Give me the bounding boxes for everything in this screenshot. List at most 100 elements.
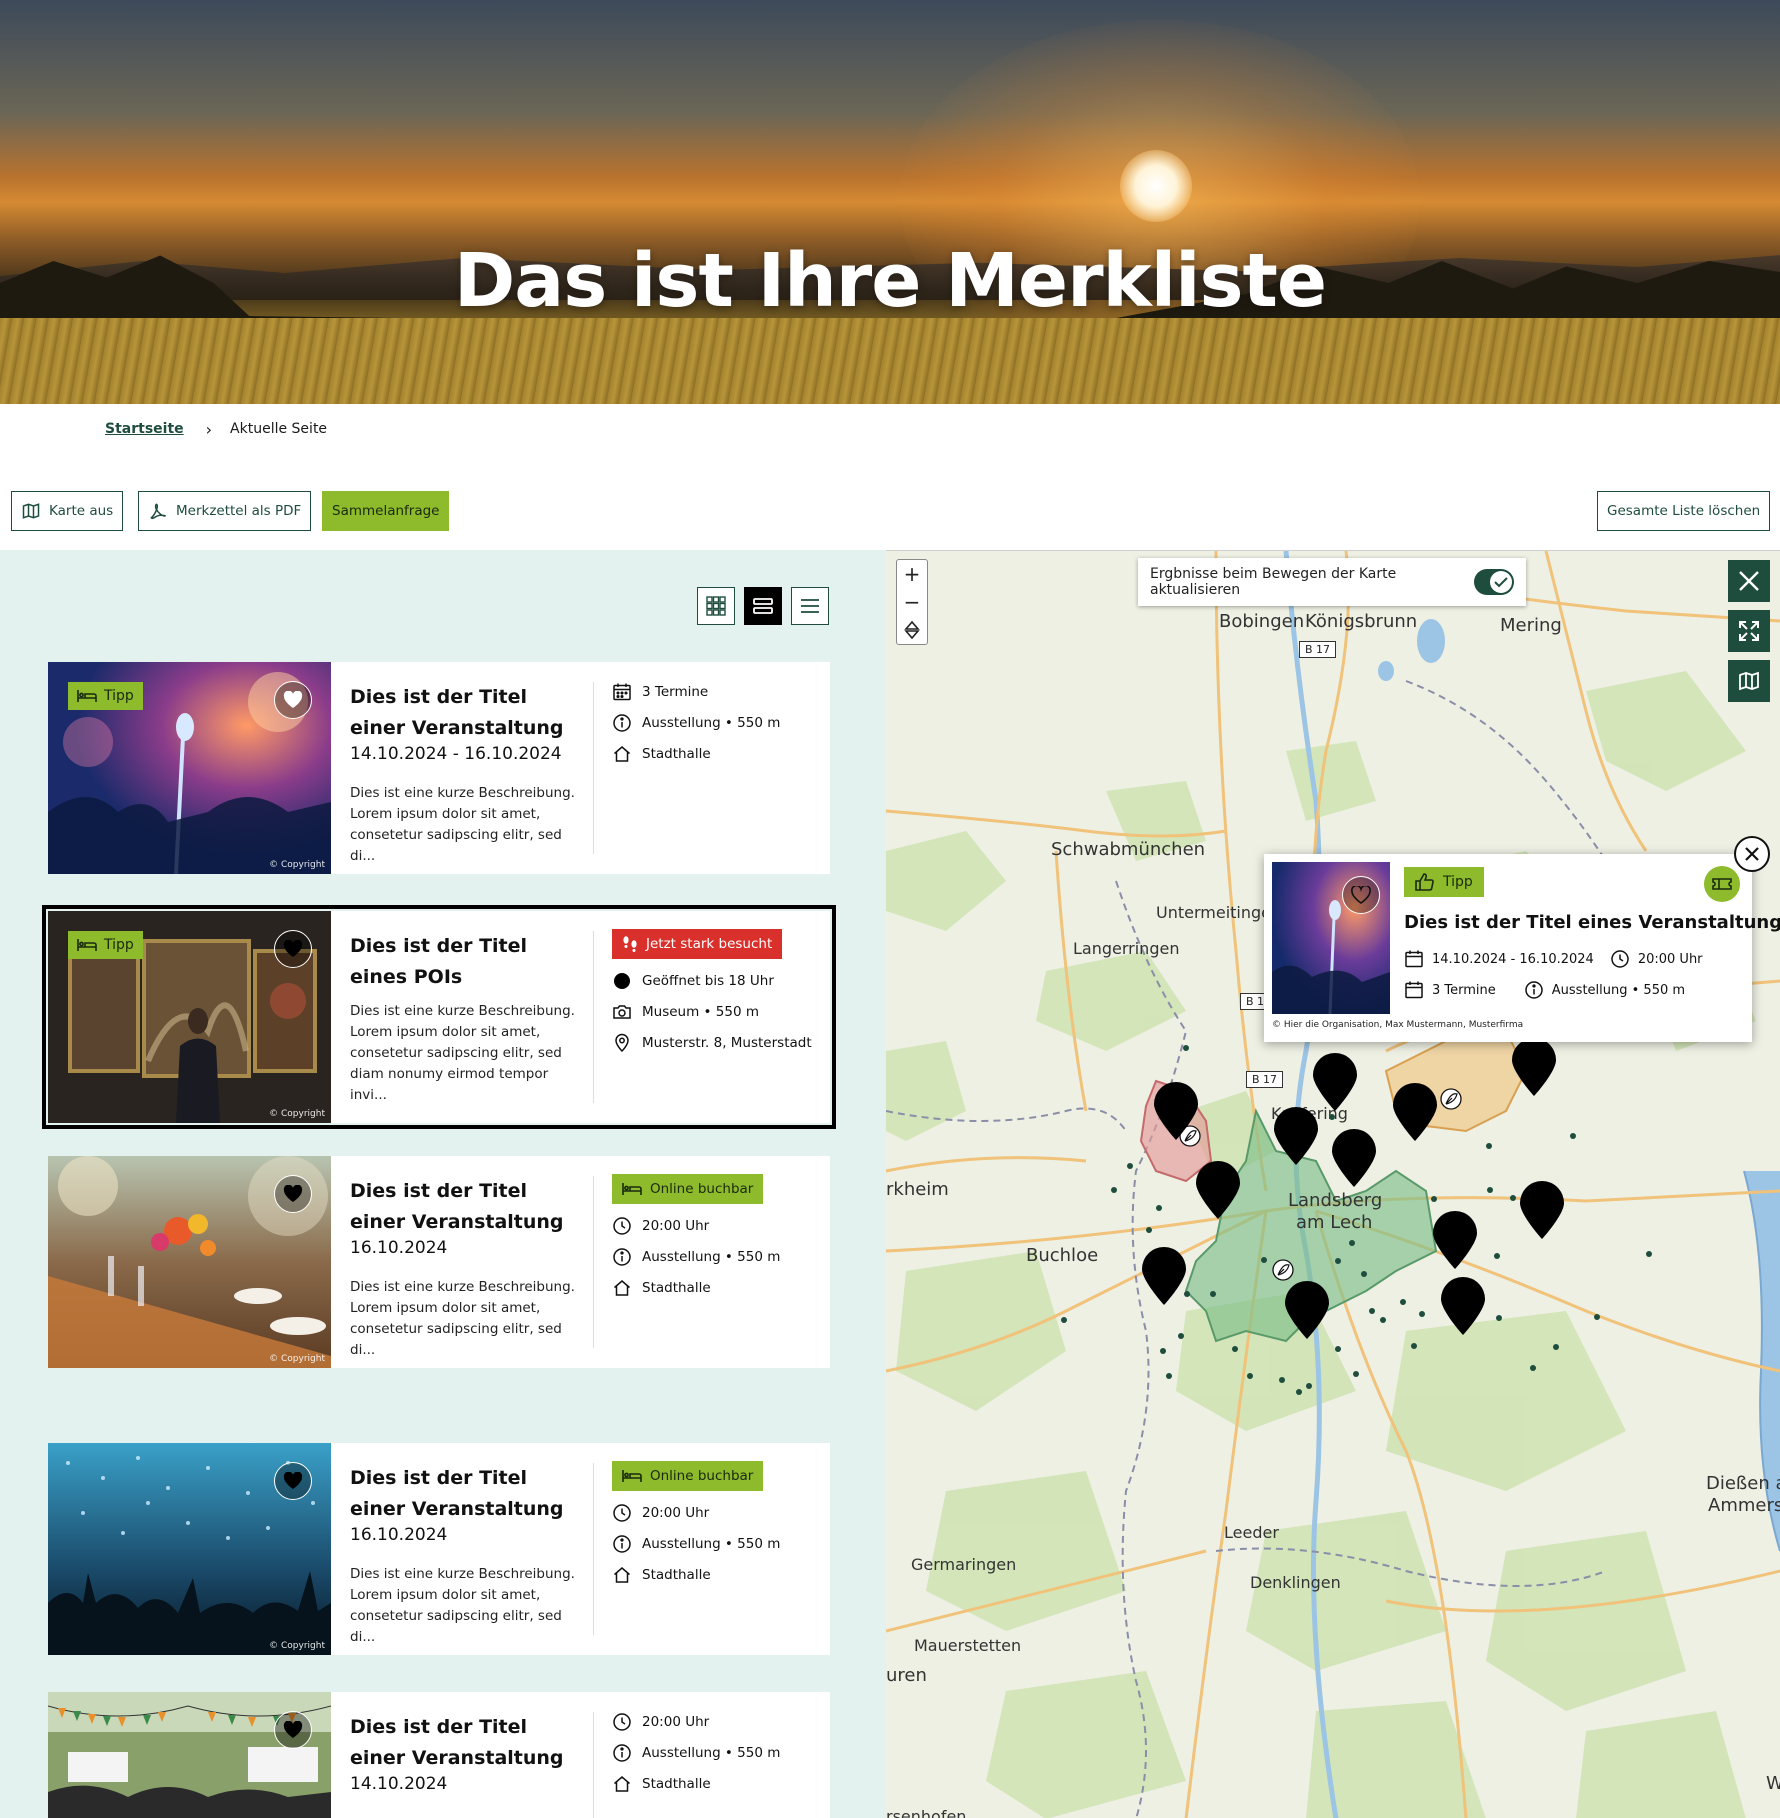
check-icon (1490, 571, 1512, 593)
popup-category: Ausstellung • 550 m (1551, 982, 1686, 998)
popup-favorite-button[interactable] (1342, 876, 1380, 914)
card-title[interactable]: Dies ist der Titel einer Veranstaltung (350, 682, 570, 744)
zoom-in-button[interactable]: + (897, 560, 927, 588)
card-date: 16.10.2024 (350, 1238, 448, 1258)
map-marker[interactable] (1272, 1107, 1320, 1167)
toggle-switch[interactable] (1474, 569, 1514, 595)
map-dot (1380, 1317, 1386, 1323)
hamburger-list-icon (801, 599, 819, 613)
popup-tipp-badge: Tipp (1404, 867, 1484, 897)
map-popup[interactable]: Tipp Dies ist der Titel eines Veranstalt… (1264, 854, 1780, 1042)
map-layers-button[interactable] (1728, 660, 1770, 702)
clear-list-button[interactable]: Gesamte Liste löschen (1597, 491, 1771, 531)
ticket-button[interactable] (1704, 866, 1740, 902)
list-item[interactable]: Dies ist der Titel einer Veranstaltung 1… (48, 1692, 830, 1818)
map-marker[interactable] (1439, 1277, 1487, 1337)
list-item[interactable]: © Copyright Dies ist der Titel einer Ver… (48, 1156, 830, 1368)
map-label-diessen: Dießen a (1706, 1473, 1780, 1494)
home-icon (614, 745, 630, 762)
card-meta: Online buchbar 20:00 Uhr Ausstellung • 5… (612, 1174, 822, 1303)
card-divider (593, 1176, 594, 1348)
list-item-selected[interactable]: © Copyright Tipp Dies ist der Titel eine… (42, 905, 836, 1129)
meta-text: Stadthalle (642, 1775, 711, 1792)
map-label-untermeitingen: Untermeitingen (1156, 903, 1282, 922)
map-marker[interactable] (1152, 1082, 1200, 1142)
meta-text: Stadthalle (642, 1279, 711, 1296)
map-marker[interactable] (1283, 1281, 1331, 1341)
card-title[interactable]: Dies ist der Titel eines POIs (350, 931, 570, 993)
card-description: Dies ist eine kurze Beschreibung. Lorem … (350, 1279, 575, 1358)
close-map-button[interactable] (1728, 560, 1770, 602)
map-marker[interactable] (1518, 1181, 1566, 1241)
list-item[interactable]: © Copyright Tipp Dies ist der Titel eine… (48, 662, 830, 874)
info-icon (613, 1534, 631, 1553)
map-dot (1431, 1196, 1437, 1202)
clock-icon (613, 1503, 631, 1522)
map-marker[interactable] (1311, 1053, 1359, 1113)
favorite-button[interactable] (274, 681, 312, 719)
home-icon (614, 1775, 630, 1792)
map-marker[interactable] (1431, 1211, 1479, 1271)
calendar-icon (613, 683, 631, 700)
popup-close-button[interactable] (1734, 836, 1770, 872)
card-date: 14.10.2024 (350, 1774, 448, 1794)
popup-title[interactable]: Dies ist der Titel eines Veranstaltung (1404, 912, 1780, 933)
map-panel[interactable]: Bobingen Königsbrunn Mering Schwabmünche… (886, 550, 1780, 1818)
map-off-button[interactable]: Karte aus (11, 491, 124, 531)
meta-text: 3 Termine (642, 683, 709, 700)
fullscreen-map-button[interactable] (1728, 610, 1770, 652)
map-marker[interactable] (1140, 1247, 1188, 1307)
card-title[interactable]: Dies ist der Titel einer Veranstaltung (350, 1463, 570, 1525)
map-label-ammersee: Ammerse (1708, 1495, 1780, 1516)
breadcrumb-home-link[interactable]: Startseite (105, 421, 184, 437)
clock-icon (613, 1216, 631, 1235)
popup-date-row: 14.10.2024 - 16.10.2024 20:00 Uhr (1404, 949, 1703, 969)
map-marker[interactable] (1510, 1038, 1558, 1098)
meta-text: Ausstellung • 550 m (642, 1744, 781, 1761)
map-update-toggle[interactable]: Ergbnisse beim Bewegen der Karte aktuali… (1138, 558, 1526, 606)
map-dot (1411, 1343, 1417, 1349)
map-dot (1160, 1348, 1166, 1354)
compass-reset-button[interactable] (897, 616, 927, 644)
zoom-out-button[interactable]: − (897, 588, 927, 616)
image-copyright: © Copyright (269, 1641, 325, 1651)
card-title[interactable]: Dies ist der Titel einer Veranstaltung (350, 1712, 570, 1774)
map-marker[interactable] (1194, 1161, 1242, 1221)
pdf-export-button[interactable]: Merkzettel als PDF (138, 491, 312, 531)
image-copyright: © Copyright (269, 860, 325, 870)
favorite-button[interactable] (274, 1175, 312, 1213)
list-cards-icon (753, 598, 773, 614)
meta-text: Ausstellung • 550 m (642, 1535, 781, 1552)
map-dot (1361, 1271, 1367, 1277)
list-item[interactable]: © Copyright Dies ist der Titel einer Ver… (48, 1443, 830, 1655)
map-marker[interactable] (1330, 1129, 1378, 1189)
map-dot (1646, 1251, 1652, 1257)
card-meta: Jetzt stark besucht Geöffnet bis 18 Uhr … (612, 929, 822, 1058)
meta-dates: 3 Termine (612, 676, 822, 707)
bookable-badge: Online buchbar (612, 1174, 764, 1204)
bed-icon (622, 1470, 642, 1482)
favorite-button[interactable] (274, 1462, 312, 1500)
card-description: Dies ist eine kurze Beschreibung. Lorem … (350, 1003, 575, 1103)
calendar-icon (1405, 981, 1423, 999)
map-dot (1570, 1133, 1576, 1139)
card-title[interactable]: Dies ist der Titel einer Veranstaltung (350, 1176, 570, 1238)
meta-category: Ausstellung • 550 m (612, 1528, 822, 1559)
compact-list-view-button[interactable] (791, 587, 829, 625)
map-icon (1739, 671, 1759, 691)
map-dot (1156, 1205, 1162, 1211)
map-label-landsberg: Landsberg (1288, 1190, 1383, 1211)
map-marker[interactable] (1391, 1083, 1439, 1143)
meta-category: Ausstellung • 550 m (612, 1241, 822, 1272)
bulk-request-button[interactable]: Sammelanfrage (322, 491, 450, 531)
card-list-view-button[interactable] (744, 587, 782, 625)
grid-view-button[interactable] (697, 587, 735, 625)
popup-date: 14.10.2024 - 16.10.2024 (1432, 951, 1594, 967)
favorite-button[interactable] (274, 1711, 312, 1749)
clock-icon (613, 1712, 631, 1731)
favorite-button[interactable] (274, 930, 312, 968)
map-label-w: W (1766, 1773, 1780, 1794)
map-dot (1353, 1371, 1359, 1377)
meta-time: 20:00 Uhr (612, 1210, 822, 1241)
info-icon (613, 1743, 631, 1762)
